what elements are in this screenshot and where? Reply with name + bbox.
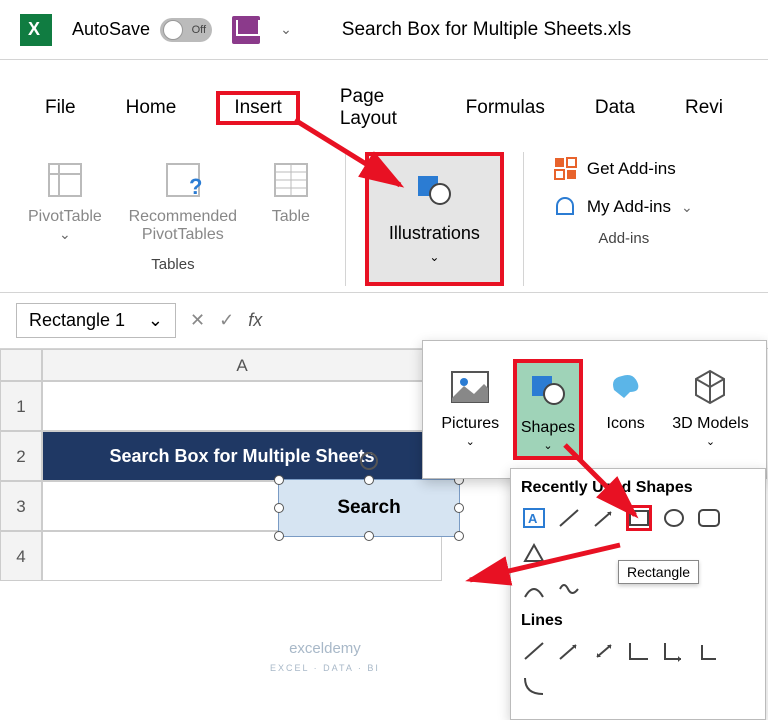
name-box[interactable]: Rectangle 1 ⌄: [16, 303, 176, 338]
table-button[interactable]: Table: [256, 152, 326, 232]
chevron-down-icon: ⌄: [466, 435, 475, 448]
excel-icon: [20, 14, 52, 46]
rectangle-tooltip: Rectangle: [618, 560, 699, 584]
chevron-down-icon: ⌄: [429, 250, 439, 264]
line-icon[interactable]: [521, 638, 547, 664]
row-header[interactable]: 3: [0, 481, 42, 531]
tables-group-label: Tables: [151, 256, 194, 273]
addins-group: Get Add-ins My Add-ins ⌄ Add-ins: [543, 152, 705, 286]
row-header[interactable]: 1: [0, 381, 42, 431]
chevron-down-icon: ⌄: [148, 310, 163, 331]
title-cell[interactable]: Search Box for Multiple Sheets: [42, 431, 442, 481]
line-shape-icon[interactable]: [556, 505, 582, 531]
lines-header: Lines: [521, 612, 755, 630]
pictures-icon: [446, 363, 494, 411]
lines-row: [521, 638, 755, 699]
get-addins-icon: [555, 158, 577, 180]
recent-shapes-row: A: [521, 505, 755, 566]
formula-bar-controls: ✕ ✓ fx: [190, 310, 262, 331]
tab-formulas[interactable]: Formulas: [456, 91, 555, 125]
tab-data[interactable]: Data: [585, 91, 645, 125]
my-addins-button[interactable]: My Add-ins ⌄: [555, 196, 693, 218]
chevron-down-icon: ⌄: [543, 439, 552, 452]
qat-dropdown-icon[interactable]: ⌄: [280, 21, 292, 38]
arrow-line-icon[interactable]: [556, 638, 582, 664]
my-addins-icon: [555, 196, 577, 218]
tab-insert[interactable]: Insert: [216, 91, 300, 125]
divider: [523, 152, 524, 286]
icons-icon: [602, 363, 650, 411]
double-arrow-icon[interactable]: [591, 638, 617, 664]
illustrations-button[interactable]: Illustrations ⌄: [365, 152, 504, 286]
tab-file[interactable]: File: [35, 91, 86, 125]
watermark: exceldemy EXCEL · DATA · BI: [270, 640, 380, 673]
column-header-a[interactable]: A: [42, 349, 442, 381]
divider: [345, 152, 346, 286]
elbow-double-arrow-icon[interactable]: [696, 638, 722, 664]
scribble-shape-icon[interactable]: [556, 576, 582, 602]
resize-handle[interactable]: [274, 503, 284, 513]
cell[interactable]: [42, 381, 442, 431]
cancel-icon[interactable]: ✕: [190, 310, 205, 331]
resize-handle[interactable]: [364, 531, 374, 541]
resize-handle[interactable]: [454, 531, 464, 541]
ribbon-tabs: File Home Insert Page Layout Formulas Da…: [0, 60, 768, 144]
shapes-button[interactable]: Shapes ⌄: [513, 359, 583, 460]
oval-shape-icon[interactable]: [661, 505, 687, 531]
addins-group-label: Add-ins: [598, 230, 649, 247]
elbow-connector-icon[interactable]: [626, 638, 652, 664]
title-bar: AutoSave Off ⌄ Search Box for Multiple S…: [0, 0, 768, 60]
elbow-arrow-icon[interactable]: [661, 638, 687, 664]
resize-handle[interactable]: [454, 503, 464, 513]
curve-shape-icon[interactable]: [521, 576, 547, 602]
recommended-pivottables-button[interactable]: ? Recommended PivotTables: [118, 152, 248, 250]
illustrations-dropdown: Pictures ⌄ Shapes ⌄ Icons 3D Models ⌄: [422, 340, 767, 479]
tab-page-layout[interactable]: Page Layout: [330, 80, 426, 136]
3d-models-button[interactable]: 3D Models ⌄: [668, 359, 752, 460]
illustrations-icon: [414, 174, 454, 213]
line-arrow-shape-icon[interactable]: [591, 505, 617, 531]
row-header[interactable]: 4: [0, 531, 42, 581]
search-rectangle-shape[interactable]: Search: [278, 479, 460, 537]
document-title: Search Box for Multiple Sheets.xls: [342, 19, 631, 41]
table-icon: [269, 158, 313, 202]
rotate-handle[interactable]: [360, 452, 378, 470]
svg-text:?: ?: [189, 174, 202, 199]
row-header[interactable]: 2: [0, 431, 42, 481]
chevron-down-icon: ⌄: [59, 226, 71, 243]
select-all-corner[interactable]: [0, 349, 42, 381]
confirm-icon[interactable]: ✓: [219, 310, 234, 331]
tab-home[interactable]: Home: [116, 91, 187, 125]
pivottable-button[interactable]: PivotTable ⌄: [20, 152, 110, 249]
resize-handle[interactable]: [274, 475, 284, 485]
save-icon[interactable]: [232, 16, 260, 44]
tab-review[interactable]: Revi: [675, 91, 733, 125]
shapes-icon: [524, 367, 572, 415]
resize-handle[interactable]: [274, 531, 284, 541]
rounded-rect-shape-icon[interactable]: [696, 505, 722, 531]
fx-icon[interactable]: fx: [248, 310, 262, 331]
resize-handle[interactable]: [364, 475, 374, 485]
ribbon: PivotTable ⌄ ? Recommended PivotTables T…: [0, 144, 768, 293]
triangle-shape-icon[interactable]: [521, 540, 547, 566]
autosave-label: AutoSave: [72, 19, 150, 40]
curve-connector-icon[interactable]: [521, 673, 547, 699]
svg-text:A: A: [528, 511, 538, 526]
pivottable-icon: [43, 158, 87, 202]
textbox-shape-icon[interactable]: A: [521, 505, 547, 531]
recently-used-header: Recently Used Shapes: [521, 479, 755, 497]
autosave-toggle[interactable]: AutoSave Off: [72, 18, 212, 42]
shapes-gallery: Recently Used Shapes A Lines: [510, 468, 766, 720]
tables-group: PivotTable ⌄ ? Recommended PivotTables T…: [20, 152, 326, 286]
icons-button[interactable]: Icons: [592, 359, 660, 460]
chevron-down-icon: ⌄: [706, 435, 715, 448]
get-addins-button[interactable]: Get Add-ins: [555, 158, 693, 180]
rectangle-shape-icon[interactable]: [626, 505, 652, 531]
recommended-pivottables-icon: ?: [161, 158, 205, 202]
cube-icon: [686, 363, 734, 411]
toggle-off[interactable]: Off: [160, 18, 212, 42]
chevron-down-icon: ⌄: [681, 199, 693, 216]
pictures-button[interactable]: Pictures ⌄: [436, 359, 504, 460]
cell[interactable]: [42, 531, 442, 581]
